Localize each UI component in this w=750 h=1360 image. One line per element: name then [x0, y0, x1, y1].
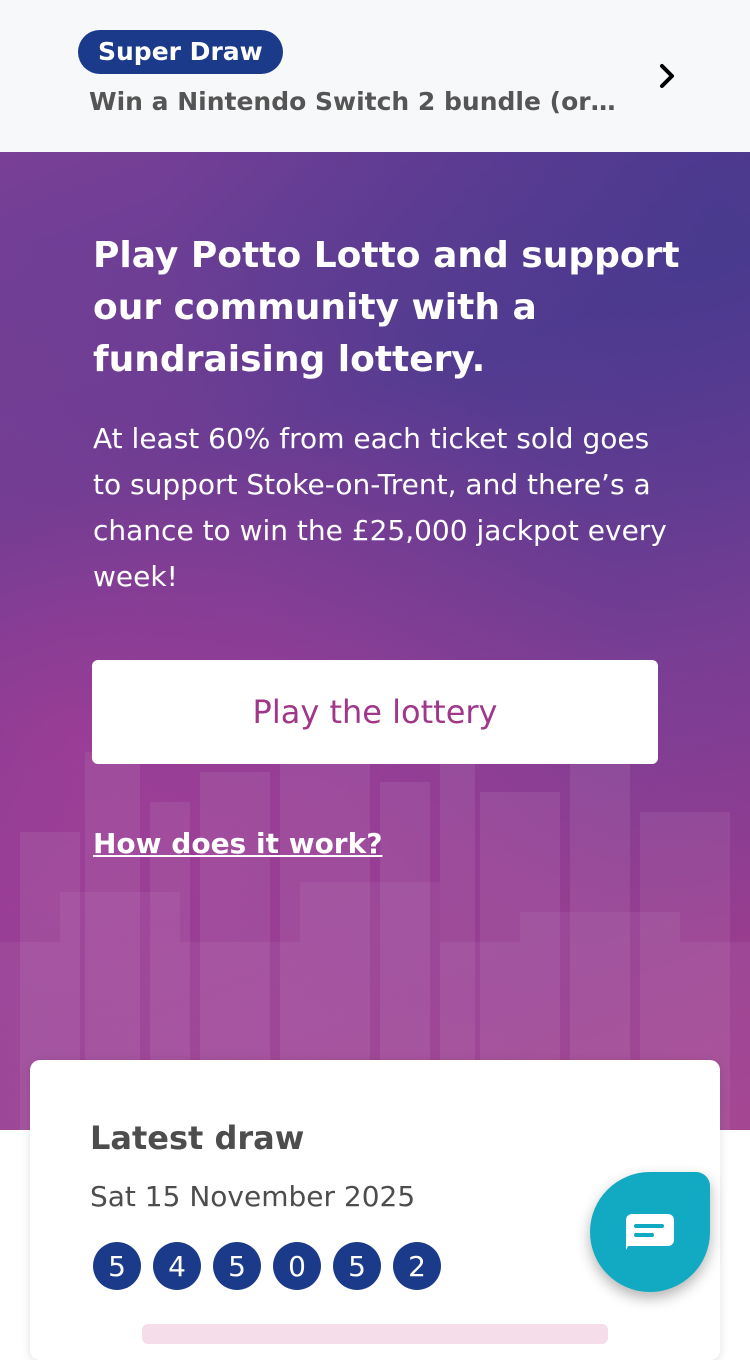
hero-description: At least 60% from each ticket sold goes …	[93, 422, 667, 593]
play-lottery-button[interactable]: Play the lottery	[92, 660, 658, 764]
draw-numbers: 5 4 5 0 5 2	[93, 1242, 441, 1290]
hero-title: Play Potto Lotto and support our communi…	[93, 235, 680, 380]
promo-banner-text: Win a Nintendo Switch 2 bundle (or c…	[89, 87, 619, 116]
draw-number-ball: 2	[393, 1242, 441, 1290]
draw-number-ball: 0	[273, 1242, 321, 1290]
chat-button[interactable]	[590, 1172, 710, 1292]
draw-result-strip	[142, 1324, 608, 1344]
latest-draw-date: Sat 15 November 2025	[90, 1180, 416, 1213]
draw-number-ball: 5	[333, 1242, 381, 1290]
draw-number-ball: 4	[153, 1242, 201, 1290]
chat-icon	[626, 1214, 674, 1250]
promo-banner[interactable]: Super Draw Win a Nintendo Switch 2 bundl…	[0, 0, 750, 152]
hero-section: Play Potto Lotto and support our communi…	[0, 152, 750, 1130]
super-draw-badge: Super Draw	[78, 30, 283, 74]
draw-number-ball: 5	[213, 1242, 261, 1290]
draw-number-ball: 5	[93, 1242, 141, 1290]
how-does-it-work-link[interactable]: How does it work?	[93, 824, 382, 864]
chevron-right-icon[interactable]	[650, 56, 686, 96]
latest-draw-title: Latest draw	[90, 1119, 305, 1157]
